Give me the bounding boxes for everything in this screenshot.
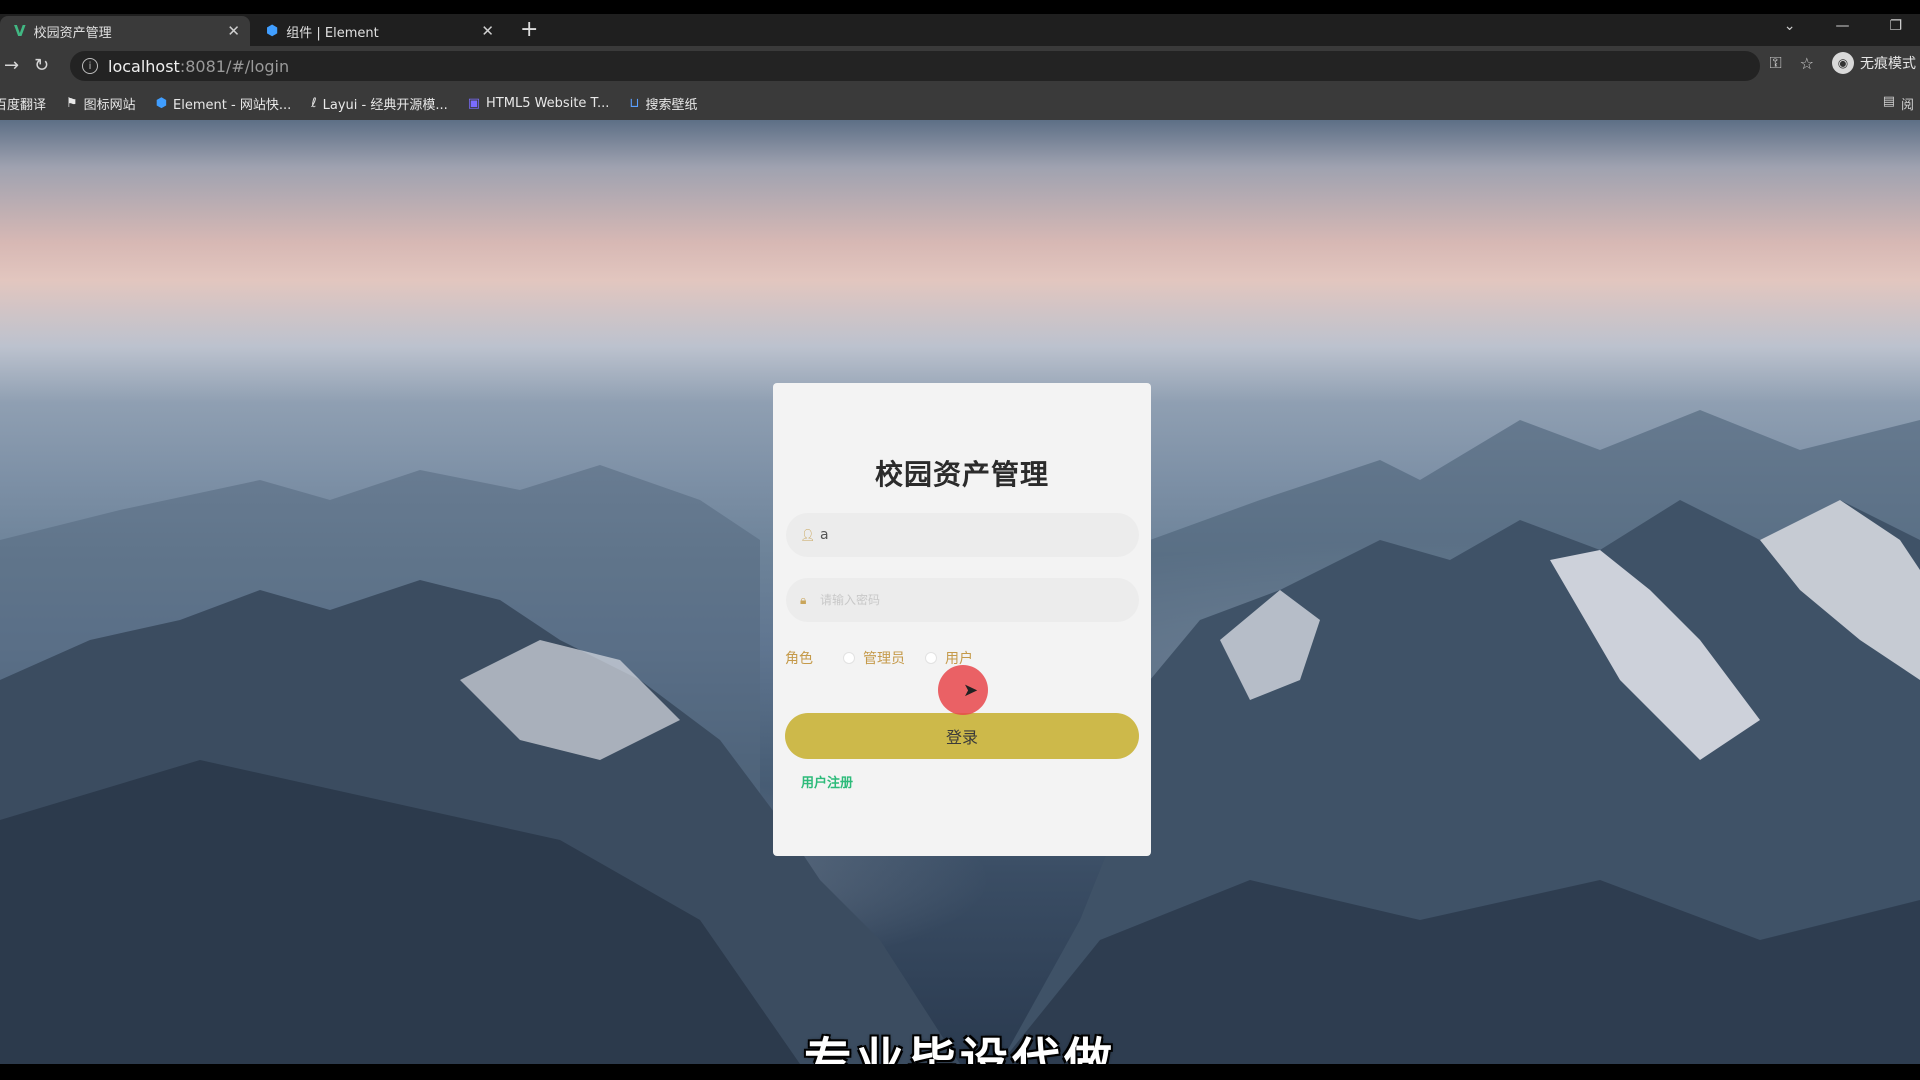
profile-button[interactable]: ◉ 无痕模式 (1832, 52, 1916, 74)
reading-list-icon: ▤ (1882, 94, 1895, 109)
tab-element[interactable]: ⬢ 组件 | Element ✕ (252, 16, 504, 46)
radio-button[interactable] (925, 652, 937, 664)
toolbar-actions: ⚿ ☆ ◉ 无痕模式 (1769, 52, 1920, 74)
username-input[interactable] (820, 515, 1139, 555)
login-card: 校园资产管理 👤︎ 🔒︎ 角色 管理员 用户 登录 (773, 383, 1151, 856)
browser-toolbar: → ↻ i localhost:8081/#/login ⚿ ☆ ◉ 无痕模式 (0, 46, 1920, 86)
bookmark-label: Element - 网站快... (173, 97, 292, 113)
tab-campus-asset[interactable]: V 校园资产管理 ✕ (0, 16, 250, 46)
password-key-icon[interactable]: ⚿ (1769, 53, 1781, 73)
bookmark-item[interactable]: ⬢ Element - 网站快... (156, 94, 292, 113)
password-input[interactable] (820, 580, 1139, 620)
tab-title: 校园资产管理 (33, 25, 112, 41)
bookmark-label: 图标网站 (83, 97, 136, 113)
tab-search-icon[interactable]: ⌄ (1784, 18, 1796, 34)
minimize-icon[interactable]: — (1835, 18, 1849, 34)
user-icon: 👤︎ (800, 528, 816, 542)
reading-list-label: 阅 (1900, 98, 1914, 113)
lock-icon: 🔒︎ (800, 592, 807, 607)
bookmark-label: 百度翻译 (0, 97, 47, 113)
role-option-admin[interactable]: 管理员 (843, 648, 905, 668)
register-link[interactable]: 用户注册 (801, 772, 853, 791)
bookmark-star-icon[interactable]: ☆ (1800, 54, 1814, 73)
tab-title: 组件 | Element (286, 25, 379, 41)
wallpaper-icon: ⊔ (629, 95, 640, 111)
page-viewport: 校园资产管理 👤︎ 🔒︎ 角色 管理员 用户 登录 (0, 120, 1920, 1064)
bookmark-label: 搜索壁纸 (645, 97, 698, 113)
screen: V 校园资产管理 ✕ ⬢ 组件 | Element ✕ + ⌄ — ❐ → ↻ … (0, 0, 1920, 1080)
browser-tab-bar: V 校园资产管理 ✕ ⬢ 组件 | Element ✕ + ⌄ — ❐ (0, 14, 1920, 46)
bookmark-item[interactable]: ▣ HTML5 Website T... (468, 96, 610, 111)
close-icon[interactable]: ✕ (227, 22, 240, 40)
vue-logo-icon: V (14, 22, 26, 40)
flag-icon: ⚑ (66, 95, 78, 111)
bookmark-item[interactable]: ⊔ 搜索壁纸 (629, 94, 697, 113)
video-subtitle: 专业毕设代做 (803, 1033, 1116, 1064)
reload-icon[interactable]: ↻ (34, 55, 49, 76)
login-button[interactable]: 登录 (785, 713, 1139, 759)
password-field: 🔒︎ (786, 578, 1139, 622)
bookmark-label: HTML5 Website T... (486, 95, 610, 111)
role-label: 角色 (785, 651, 813, 667)
mouse-cursor-icon: ➤ (963, 680, 979, 701)
bookmark-item[interactable]: ℓ Layui - 经典开源模... (311, 94, 447, 113)
layui-logo-icon: ℓ (311, 95, 317, 111)
window-controls: ⌄ — ❐ (1784, 18, 1920, 34)
restore-icon[interactable]: ❐ (1889, 18, 1902, 34)
incognito-icon: ◉ (1832, 52, 1854, 74)
address-bar[interactable]: i localhost:8081/#/login (70, 51, 1760, 81)
login-title: 校园资产管理 (874, 458, 1049, 491)
bookmark-item[interactable]: 百度翻译 (0, 94, 46, 113)
reading-list-button[interactable]: ▤ 阅 (1883, 94, 1914, 113)
info-icon[interactable]: i (82, 58, 98, 74)
bookmarks-bar: 百度翻译 ⚑ 图标网站 ⬢ Element - 网站快... ℓ Layui -… (0, 86, 1920, 120)
new-tab-button[interactable]: + (520, 19, 538, 41)
forward-icon[interactable]: → (4, 55, 19, 76)
element-logo-icon: ⬢ (155, 95, 168, 111)
bookmark-item[interactable]: ⚑ 图标网站 (66, 94, 136, 113)
radio-button[interactable] (843, 652, 855, 664)
url-path: :8081/#/login (179, 56, 290, 76)
role-option-label: 管理员 (863, 651, 905, 667)
html5-template-icon: ▣ (467, 95, 481, 111)
username-field: 👤︎ (786, 513, 1139, 557)
profile-label: 无痕模式 (1860, 56, 1916, 72)
close-icon[interactable]: ✕ (481, 22, 494, 40)
element-logo-icon: ⬢ (266, 23, 279, 39)
url-host: localhost (108, 56, 180, 76)
bookmark-label: Layui - 经典开源模... (322, 97, 448, 113)
